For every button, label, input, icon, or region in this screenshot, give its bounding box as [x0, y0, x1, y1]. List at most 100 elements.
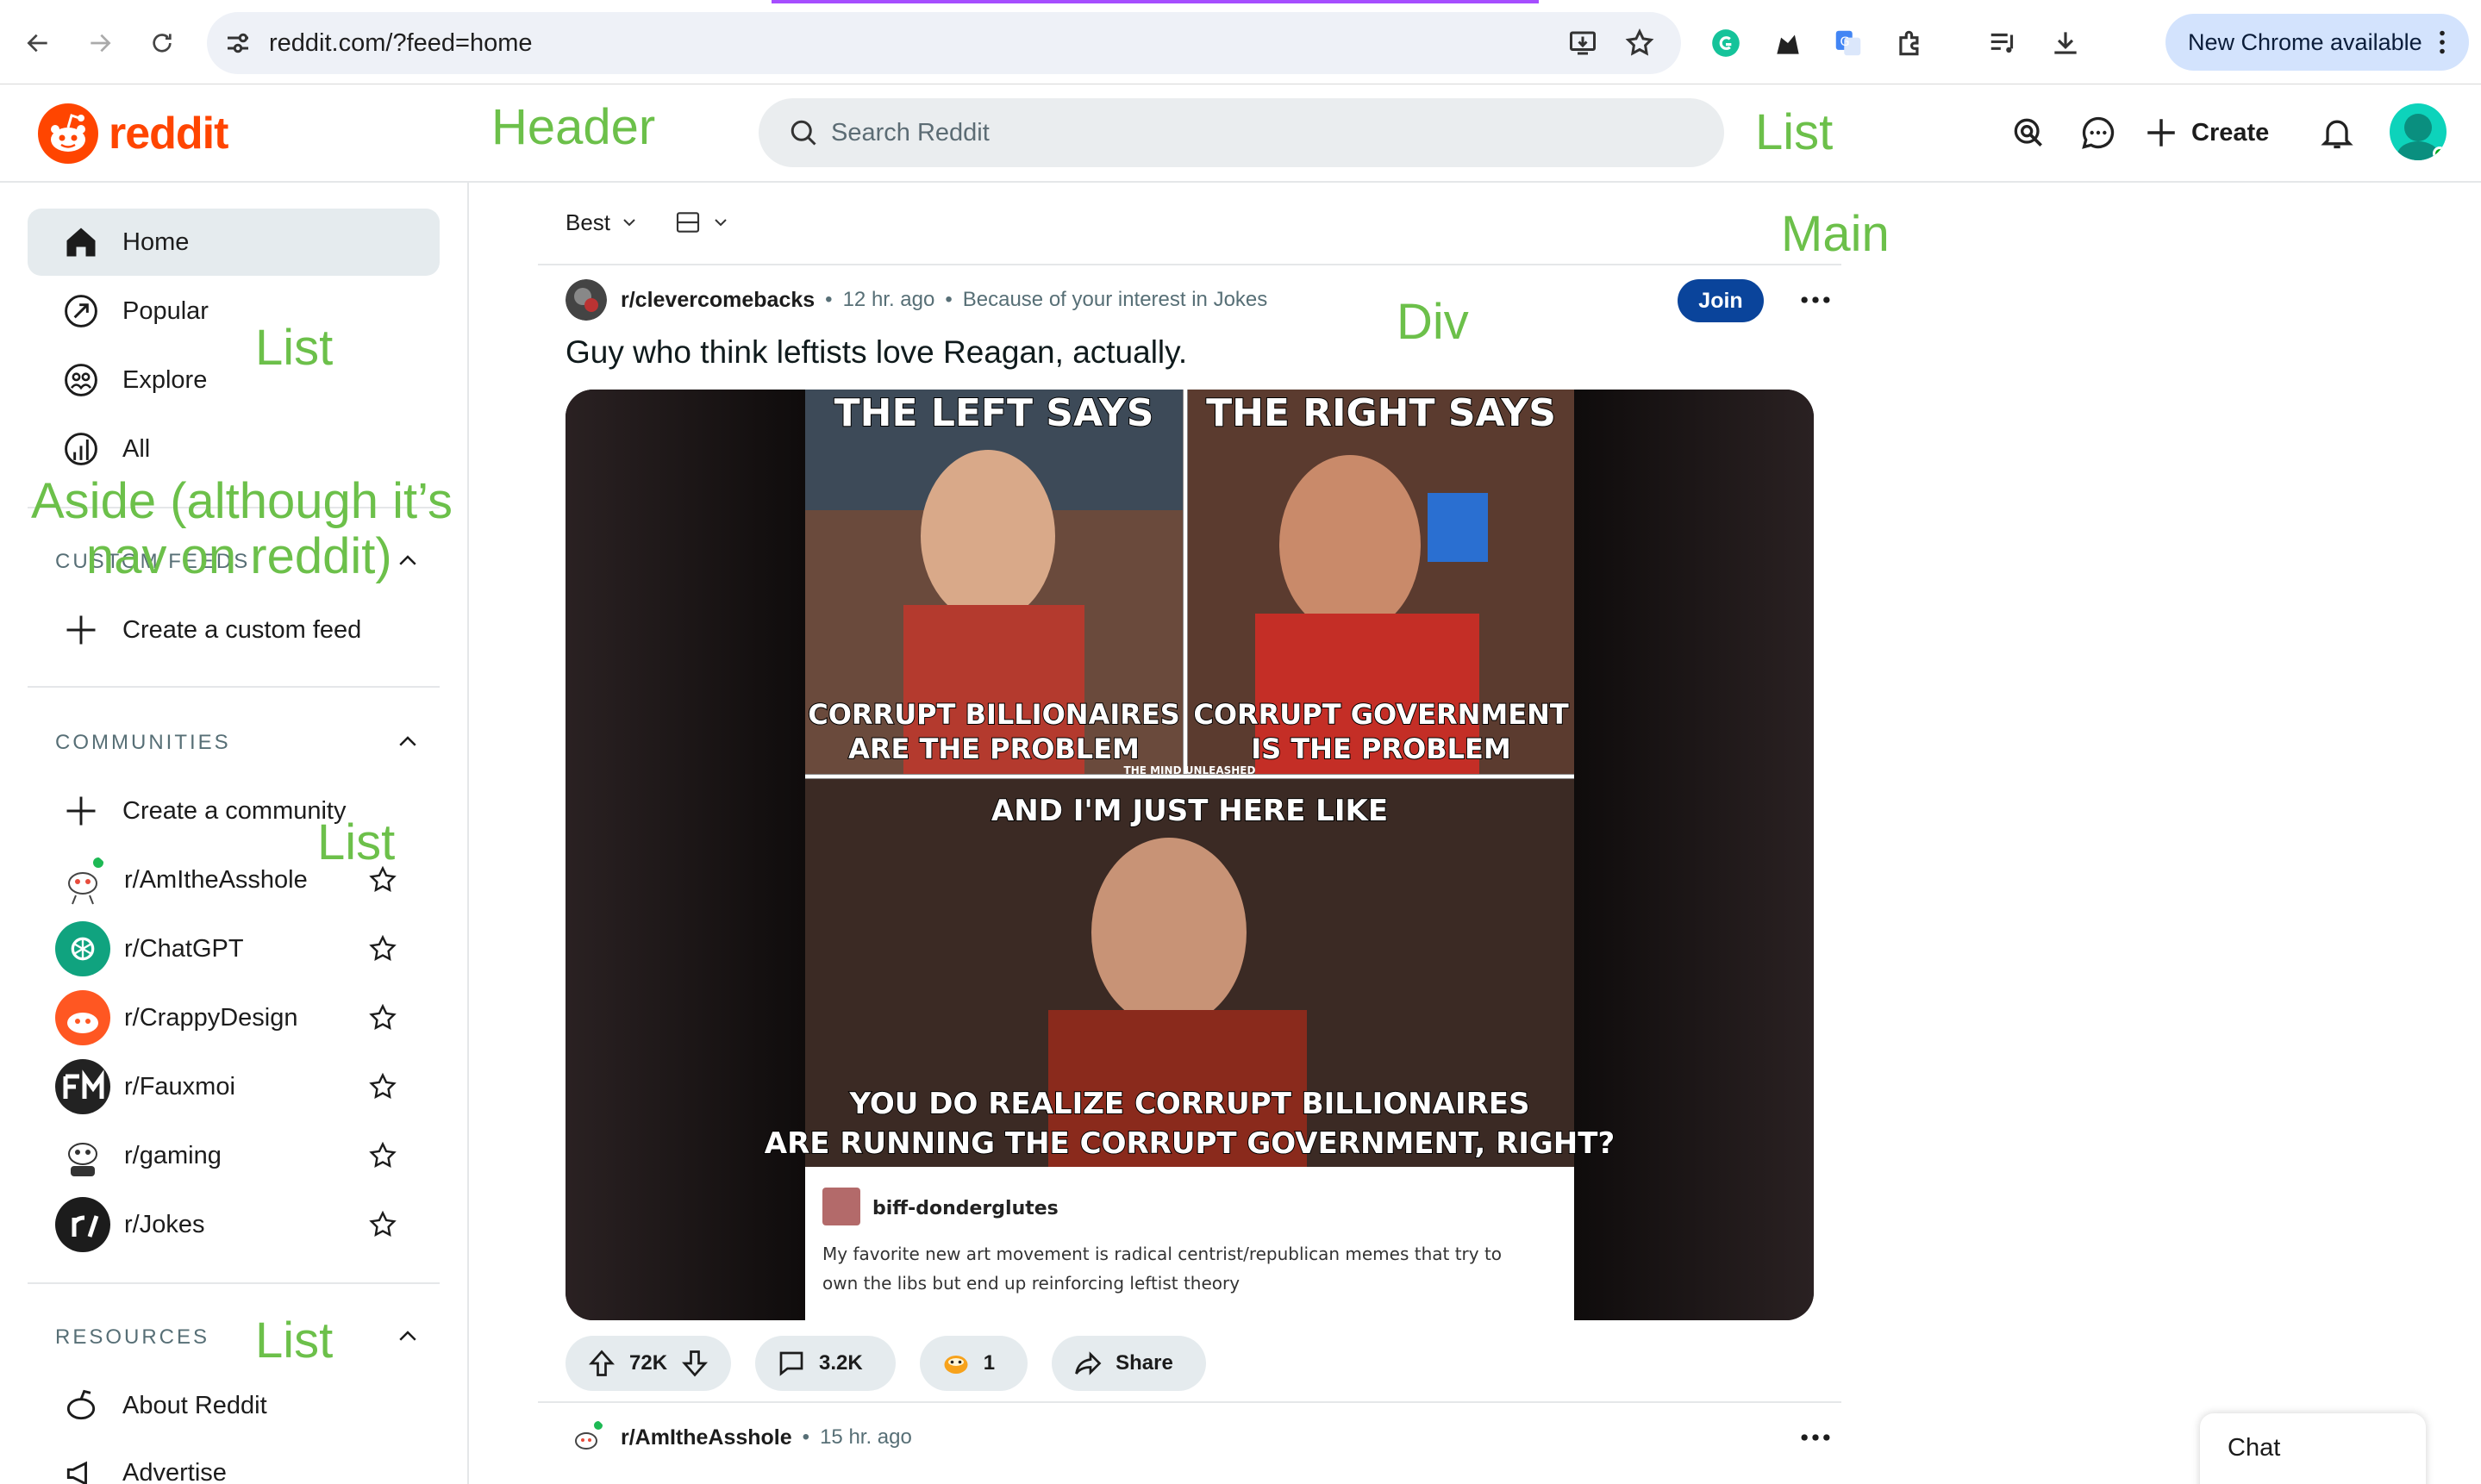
jokes-icon [55, 1197, 110, 1252]
advertise-icon[interactable] [2003, 107, 2054, 159]
loading-bar [772, 0, 1539, 3]
favorite-star-icon[interactable] [367, 1209, 398, 1240]
post-image[interactable]: THE LEFT SAYS THE RIGHT SAYS CORRUPT BIL… [566, 390, 1814, 1320]
award-button[interactable]: 1 [919, 1336, 1028, 1391]
create-post-button[interactable]: Create [2143, 107, 2269, 159]
communities-header[interactable]: COMMUNITIES [55, 726, 417, 760]
award-icon [944, 1356, 968, 1374]
sidebar-item-explore[interactable]: Explore [28, 346, 440, 414]
community-item-chatgpt[interactable]: r/ChatGPT [55, 919, 417, 979]
layout-card-icon [676, 212, 700, 233]
fauxmoi-icon [55, 1059, 110, 1114]
share-button[interactable]: Share [1052, 1336, 1206, 1391]
divider [28, 1282, 440, 1284]
comments-button[interactable]: 3.2K [755, 1336, 896, 1391]
reddit-logo[interactable]: reddit [38, 103, 228, 164]
sidebar-item-home[interactable]: Home [28, 209, 440, 276]
community-name: r/AmItheAsshole [124, 865, 308, 894]
create-community-label: Create a community [122, 796, 347, 825]
community-item-gaming[interactable]: r/gaming [55, 1125, 417, 1186]
notifications-bell-icon[interactable] [2311, 107, 2363, 159]
more-options-icon[interactable] [1797, 281, 1834, 319]
search-bar[interactable] [759, 98, 1724, 167]
favorite-star-icon[interactable] [367, 1071, 398, 1102]
share-label: Share [1116, 1351, 1173, 1375]
comment-count: 3.2K [819, 1351, 863, 1375]
chat-icon[interactable] [2072, 107, 2124, 159]
chrome-update-button[interactable]: New Chrome available [2165, 14, 2469, 71]
translate-icon[interactable]: G [1828, 22, 1869, 64]
custom-feeds-header[interactable]: CUSTOM FEEDS [55, 545, 417, 579]
gaming-icon [55, 1128, 110, 1183]
user-avatar[interactable] [2390, 103, 2447, 160]
subreddit-avatar[interactable] [566, 279, 607, 321]
sort-label: Best [566, 209, 611, 235]
create-community-button[interactable]: Create a community [28, 777, 440, 845]
meme-right-heading: THE RIGHT SAYS [1206, 391, 1556, 435]
plus-icon [2147, 119, 2175, 147]
community-item-amitheasshole[interactable]: r/AmItheAsshole [55, 850, 417, 910]
post-action-bar: 72K 3.2K 1 Share [566, 1336, 1230, 1391]
meme-left-caption-2: ARE THE PROBLEM [848, 733, 1140, 765]
url-text[interactable]: reddit.com/?feed=home [269, 29, 533, 58]
community-item-jokes[interactable]: r/Jokes [55, 1194, 417, 1255]
favorite-star-icon[interactable] [367, 1140, 398, 1171]
view-layout-dropdown[interactable] [674, 209, 731, 236]
home-icon [66, 228, 96, 257]
comment-icon [779, 1351, 803, 1376]
favorite-star-icon[interactable] [367, 933, 398, 964]
popular-icon [65, 295, 97, 327]
chat-widget[interactable]: Chat [2200, 1413, 2426, 1484]
more-options-icon[interactable] [1797, 1419, 1834, 1456]
subreddit-name[interactable]: r/clevercomebacks [621, 288, 815, 313]
grammarly-icon[interactable] [1705, 22, 1747, 64]
reload-icon[interactable] [140, 21, 184, 65]
upvote-icon[interactable] [586, 1348, 617, 1379]
resources-header[interactable]: RESOURCES [55, 1320, 417, 1355]
about-reddit-icon [66, 1389, 96, 1420]
meme-bottom-caption-1: YOU DO REALIZE CORRUPT BILLIONAIRES [848, 1087, 1529, 1121]
install-app-icon[interactable] [1567, 28, 1598, 59]
subreddit-avatar[interactable] [566, 1417, 607, 1458]
tumblr-text-line-2: own the libs but end up reinforcing left… [822, 1273, 1240, 1294]
recommendation-reason: Because of your interest in Jokes [962, 288, 1268, 311]
sidebar-item-all[interactable]: All [28, 415, 440, 483]
separator-dot: • [802, 1425, 810, 1449]
post-title[interactable]: Guy who think leftists love Reagan, actu… [566, 334, 1187, 371]
divider [538, 1401, 1841, 1403]
create-custom-feed-label: Create a custom feed [122, 615, 362, 644]
share-icon [1075, 1351, 1102, 1375]
favorite-star-icon[interactable] [367, 864, 398, 895]
resources-title: RESOURCES [55, 1325, 210, 1349]
address-bar[interactable]: reddit.com/?feed=home [207, 12, 1681, 74]
downvote-icon[interactable] [679, 1348, 710, 1379]
extension-cat-icon[interactable] [1767, 22, 1809, 64]
sidebar-item-about-reddit[interactable]: About Reddit [28, 1372, 440, 1439]
divider [28, 507, 440, 508]
forward-icon[interactable] [78, 21, 122, 65]
back-icon[interactable] [16, 21, 60, 65]
plus-icon [66, 615, 96, 645]
subreddit-name[interactable]: r/AmItheAsshole [621, 1425, 792, 1450]
community-item-fauxmoi[interactable]: r/Fauxmoi [55, 1057, 417, 1117]
sidebar-item-label: Home [122, 228, 190, 256]
chrome-menu-icon[interactable] [2438, 30, 2447, 54]
downloads-icon[interactable] [2045, 22, 2086, 64]
meme-image: THE LEFT SAYS THE RIGHT SAYS CORRUPT BIL… [566, 390, 1814, 1320]
separator-dot: • [825, 288, 833, 311]
site-settings-icon[interactable] [222, 28, 253, 59]
sidebar-item-popular[interactable]: Popular [28, 277, 440, 345]
community-item-crappydesign[interactable]: r/CrappyDesign [55, 988, 417, 1048]
media-controls-icon[interactable] [1983, 22, 2024, 64]
search-input[interactable] [831, 98, 1676, 167]
join-button[interactable]: Join [1678, 279, 1764, 322]
logo-wordmark: reddit [109, 109, 228, 159]
bookmark-star-icon[interactable] [1624, 28, 1655, 59]
sidebar-item-advertise[interactable]: Advertise [28, 1439, 440, 1484]
create-custom-feed-button[interactable]: Create a custom feed [28, 596, 440, 664]
sort-dropdown[interactable]: Best [566, 209, 640, 236]
sidebar-item-label: Advertise [122, 1458, 227, 1484]
favorite-star-icon[interactable] [367, 1002, 398, 1033]
chevron-up-icon [399, 736, 416, 746]
extensions-puzzle-icon[interactable] [1890, 22, 1931, 64]
